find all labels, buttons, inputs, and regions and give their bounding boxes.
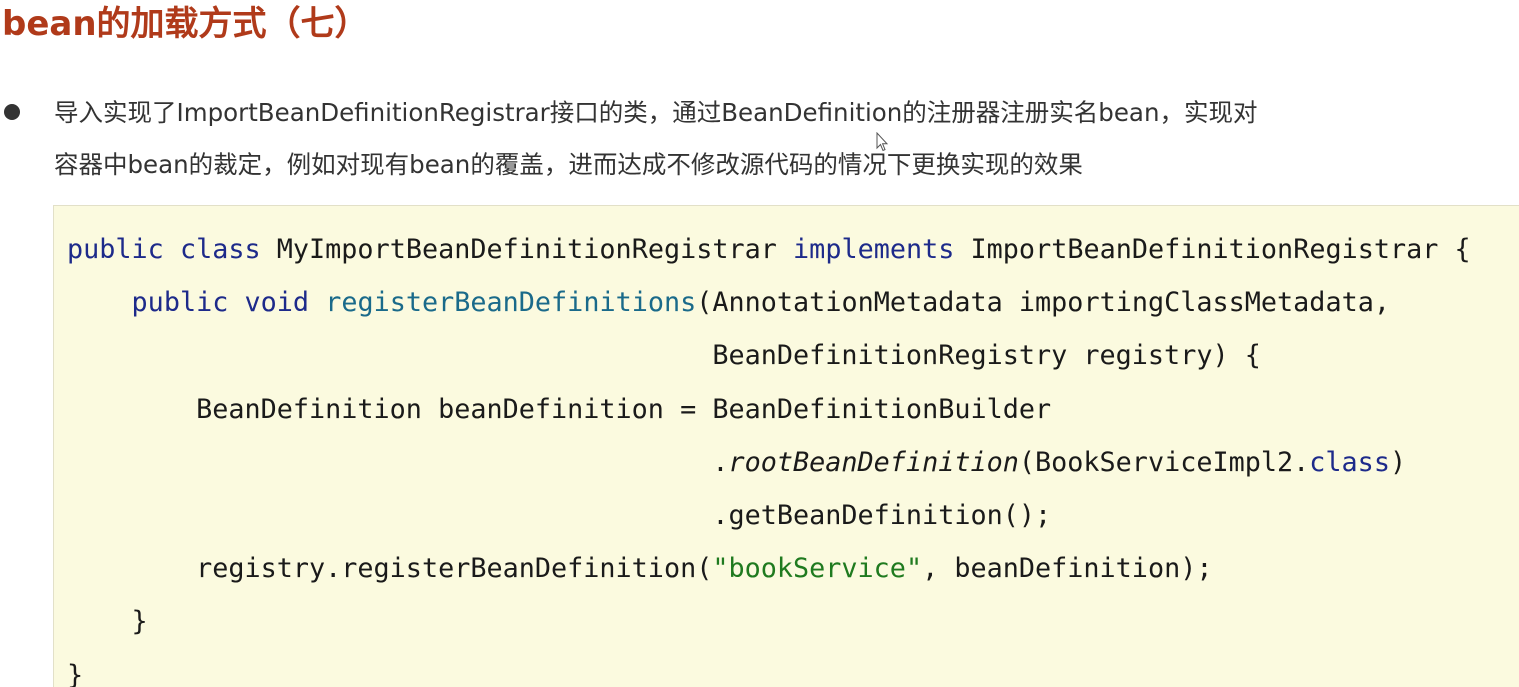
code-keyword: class (179, 234, 261, 265)
code-line-5: .rootBeanDefinition(BookServiceImpl2.cla… (67, 436, 1471, 489)
code-line-4: BeanDefinition beanDefinition = BeanDefi… (67, 383, 1471, 436)
code-interface-name: ImportBeanDefinitionRegistrar (970, 234, 1439, 265)
code-call-end: , beanDefinition); (922, 553, 1213, 585)
bullet-line-2: 容器中bean的裁定，例如对现有bean的覆盖，进而达成不修改源代码的情况下更换… (54, 150, 1083, 179)
code-keyword: public (67, 234, 164, 265)
code-brace: } (67, 659, 84, 687)
code-line-9: } (67, 649, 1471, 687)
code-line-6: .getBeanDefinition(); (67, 489, 1471, 542)
code-string: "bookService" (712, 553, 923, 585)
code-line-1: public class MyImportBeanDefinitionRegis… (67, 223, 1471, 276)
code-listing: public class MyImportBeanDefinitionRegis… (67, 223, 1471, 687)
code-args: (BookServiceImpl2. (1018, 446, 1310, 478)
page-title: bean的加载方式（七） (2, 4, 369, 44)
code-static-method: rootBeanDefinition (728, 446, 1019, 478)
code-line-2: public void registerBeanDefinitions(Anno… (67, 276, 1471, 329)
code-line-8: } (67, 595, 1471, 648)
code-brace: } (131, 606, 148, 638)
code-keyword: void (244, 287, 310, 319)
code-statement: BeanDefinition beanDefinition = BeanDefi… (196, 393, 1052, 425)
code-params: BeanDefinitionRegistry registry) { (712, 340, 1261, 372)
code-keyword: public (131, 287, 229, 319)
bullet-line-1: 导入实现了ImportBeanDefinitionRegistrar接口的类，通… (54, 98, 1258, 127)
mouse-pointer-icon (876, 132, 888, 152)
code-statement: .getBeanDefinition(); (712, 499, 1052, 531)
bullet-icon (4, 104, 20, 120)
code-brace: { (1454, 234, 1471, 265)
bullet-paragraph: 导入实现了ImportBeanDefinitionRegistrar接口的类，通… (54, 87, 1514, 191)
code-line-7: registry.registerBeanDefinition("bookSer… (67, 542, 1471, 595)
code-block: public class MyImportBeanDefinitionRegis… (53, 205, 1519, 687)
code-keyword: class (1309, 446, 1390, 478)
code-params: (AnnotationMetadata importingClassMetada… (696, 287, 1390, 319)
code-keyword: implements (793, 234, 955, 265)
code-paren: ) (1389, 446, 1407, 478)
code-call: registry.registerBeanDefinition( (196, 553, 713, 585)
code-class-name: MyImportBeanDefinitionRegistrar (276, 234, 777, 265)
code-line-3: BeanDefinitionRegistry registry) { (67, 329, 1471, 382)
code-dot: . (712, 446, 729, 478)
code-method-name: registerBeanDefinitions (325, 287, 697, 319)
